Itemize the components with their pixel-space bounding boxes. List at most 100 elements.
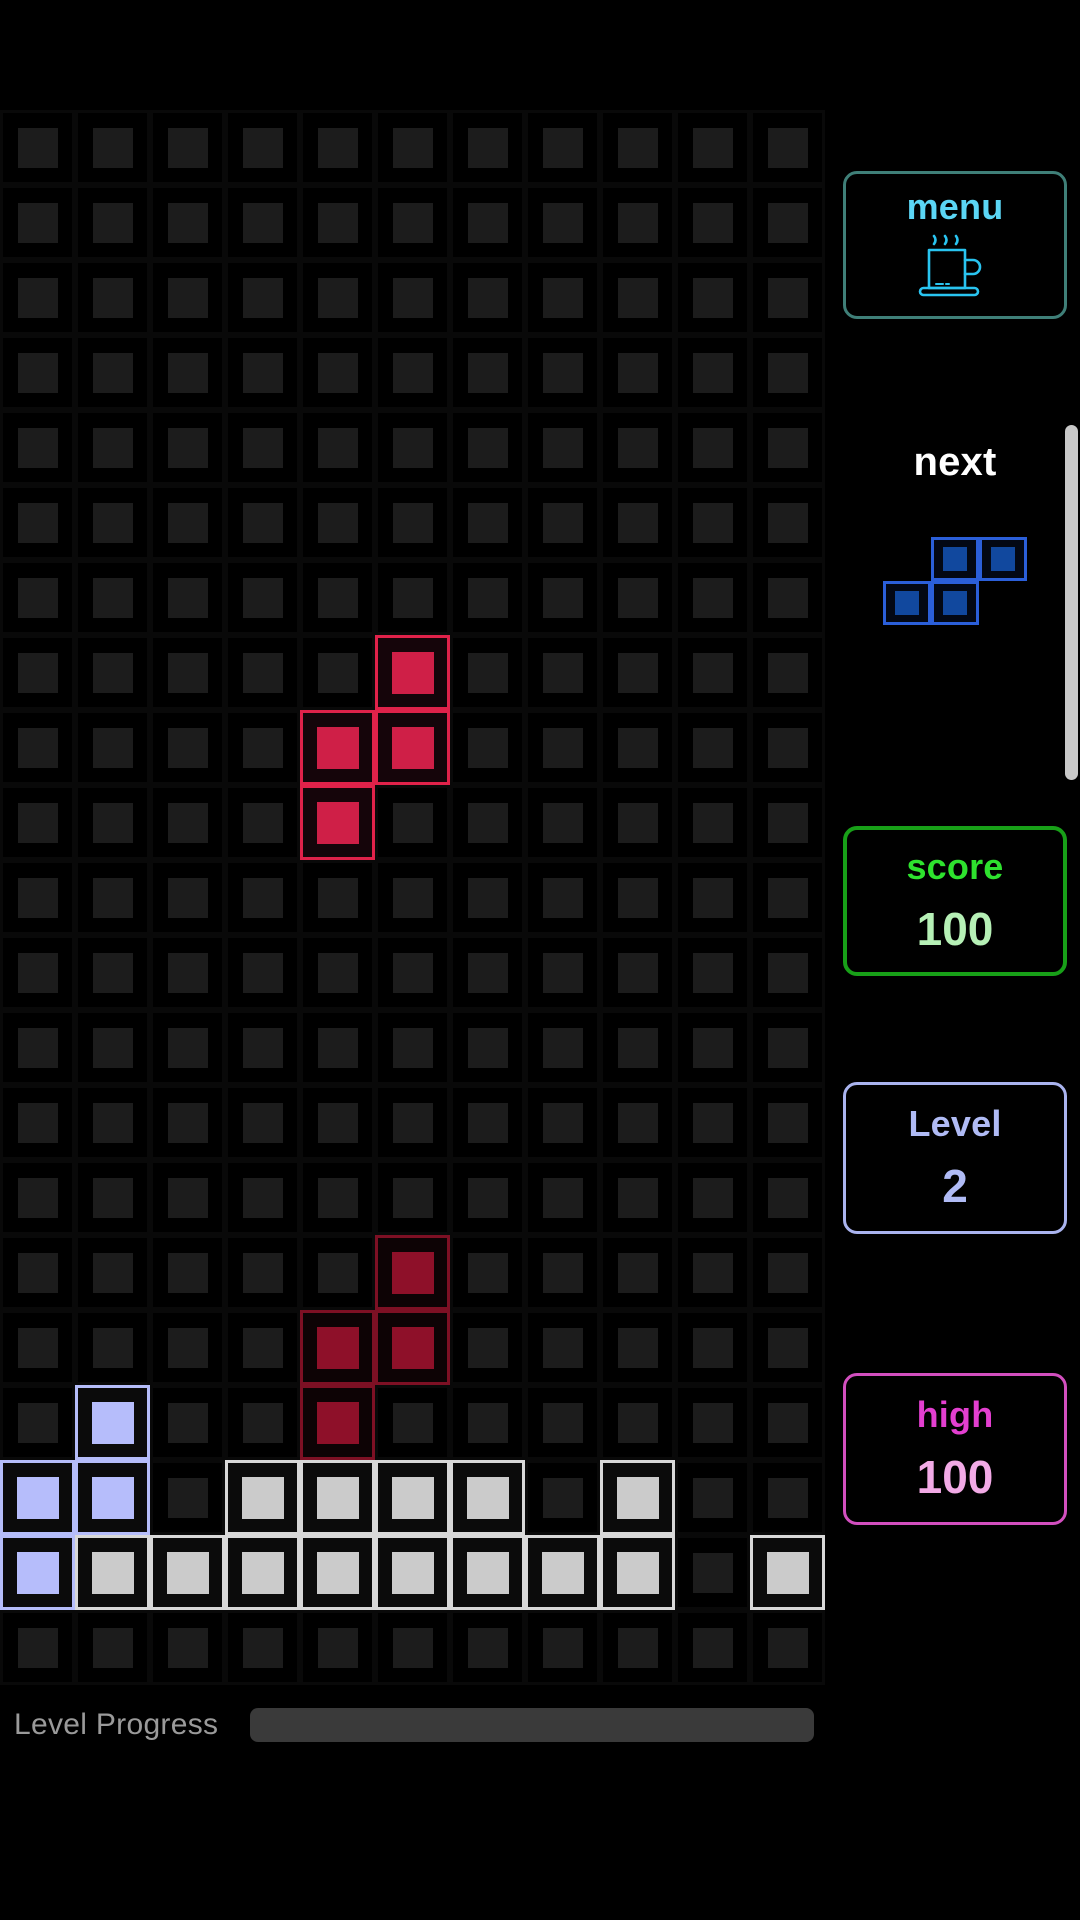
grid-cell-pip [467,727,508,768]
grid-cell-empty [450,560,525,635]
grid-cell-empty [675,335,750,410]
grid-cell-empty [0,635,75,710]
grid-cell-empty [600,110,675,185]
grid-cell-empty [525,935,600,1010]
grid-cell-pip [317,1177,358,1218]
grid-cell-pip [542,1027,583,1068]
grid-cell-empty [0,260,75,335]
grid-cell-pip [542,727,583,768]
grid-cell-empty [600,785,675,860]
grid-cell-empty [675,935,750,1010]
grid-cell-pip [467,1402,508,1443]
grid-cell-empty [450,410,525,485]
grid-cell-empty [600,485,675,560]
grid-cell-empty [300,485,375,560]
grid-cell-empty [225,485,300,560]
locked-block-white [600,1460,675,1535]
grid-cell-pip [92,427,133,468]
grid-cell-empty [525,1460,600,1535]
grid-cell-empty [150,1460,225,1535]
next-piece-block [931,537,979,581]
grid-cell-empty [375,1610,450,1685]
grid-cell-pip [692,802,733,843]
grid-cell-pip [767,277,808,318]
grid-cell-empty [600,1610,675,1685]
grid-cell-empty [300,335,375,410]
grid-cell-empty [750,935,825,1010]
grid-cell-empty [675,1310,750,1385]
grid-cell-pip [392,952,433,993]
grid-cell-empty [675,1385,750,1460]
grid-cell-pip [92,952,133,993]
grid-cell-empty [225,785,300,860]
grid-cell-empty [525,1010,600,1085]
grid-cell-pip [92,727,133,768]
grid-cell-pip [692,1627,733,1668]
grid-cell-empty [675,485,750,560]
grid-cell-pip [392,1627,433,1668]
grid-cell-pip [467,802,508,843]
vertical-scrollbar-thumb[interactable] [1065,425,1078,780]
game-board[interactable] [0,110,825,1685]
grid-cell-empty [450,935,525,1010]
grid-cell-pip [467,1177,508,1218]
grid-cell-empty [225,410,300,485]
grid-cell-empty [750,335,825,410]
grid-cell-pip [17,1177,58,1218]
locked-block-white [375,1460,450,1535]
grid-cell-pip [317,1627,358,1668]
game-screen: Level Progress menu next score 100 Level… [0,0,1080,1920]
grid-cell-empty [675,185,750,260]
grid-cell-pip [467,427,508,468]
grid-cell-pip [92,1627,133,1668]
grid-cell-pip [467,652,508,693]
grid-cell-pip [767,1477,808,1518]
menu-button[interactable]: menu [843,171,1067,319]
grid-cell-pip [467,1027,508,1068]
locked-block-white [225,1535,300,1610]
grid-cell-empty [225,185,300,260]
grid-cell-empty [750,1010,825,1085]
grid-cell-pip [467,577,508,618]
grid-cell-empty [450,1010,525,1085]
grid-cell-empty [750,410,825,485]
grid-cell-empty [600,1235,675,1310]
grid-cell-empty [675,1460,750,1535]
grid-cell-pip [17,1027,58,1068]
grid-cell-empty [600,1310,675,1385]
grid-cell-empty [150,1010,225,1085]
coffee-mug-icon [918,234,982,297]
grid-cell-empty [525,485,600,560]
grid-cell-empty [225,1235,300,1310]
grid-cell-pip [542,1402,583,1443]
grid-cell-empty [150,1085,225,1160]
grid-cell-pip [317,1027,358,1068]
grid-cell-pip [392,577,433,618]
grid-cell-pip [242,802,283,843]
grid-cell-pip [692,1552,733,1593]
next-label: next [913,440,997,484]
grid-cell-empty [75,260,150,335]
grid-cell-pip [767,952,808,993]
grid-cell-pip [317,127,358,168]
grid-cell-pip [167,802,208,843]
grid-cell-empty [0,1160,75,1235]
grid-cell-empty [300,410,375,485]
grid-cell-empty [525,1085,600,1160]
grid-cell-empty [750,1460,825,1535]
grid-cell-pip [542,1252,583,1293]
grid-cell-empty [750,1235,825,1310]
grid-cell-empty [525,410,600,485]
locked-block-pip [541,1551,584,1594]
locked-block-white [450,1535,525,1610]
grid-cell-pip [242,127,283,168]
grid-cell-pip [392,802,433,843]
high-score-value: 100 [916,1451,994,1503]
grid-cell-pip [767,427,808,468]
grid-cell-empty [750,860,825,935]
grid-cell-empty [525,1160,600,1235]
grid-cell-pip [542,877,583,918]
grid-cell-pip [542,1627,583,1668]
grid-cell-pip [17,1252,58,1293]
grid-cell-empty [0,410,75,485]
